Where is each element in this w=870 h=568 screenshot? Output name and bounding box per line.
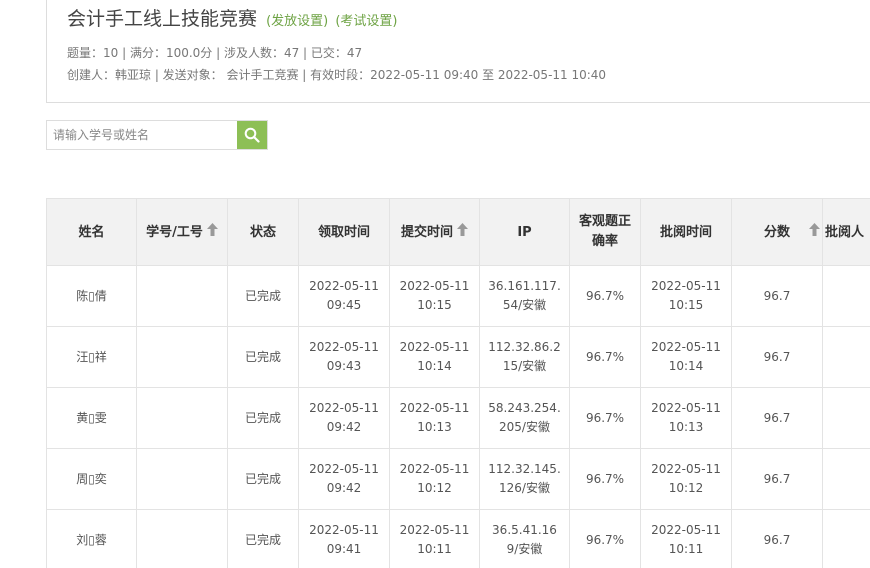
page: 会计手工线上技能竞赛 (发放设置) (考试设置) 题量：10 | 满分：100.… <box>0 0 870 568</box>
cell-id <box>136 265 228 327</box>
sort-arrow-icon[interactable] <box>809 222 820 242</box>
cell-accuracy: 96.7% <box>569 265 641 327</box>
cell-review-time: 2022-05-11 10:15 <box>640 265 732 327</box>
exam-settings-link[interactable]: (考试设置) <box>335 14 397 29</box>
cell-ip: 58.243.254.205/安徽 <box>479 387 570 449</box>
cell-reviewer <box>822 387 870 449</box>
cell-score: 96.7 <box>731 509 823 568</box>
cell-status: 已完成 <box>227 326 299 388</box>
column-header-accuracy: 客观题正确率 <box>569 198 641 266</box>
sort-arrow-icon[interactable] <box>457 222 468 242</box>
cell-name: 刘▯蓉 <box>46 509 137 568</box>
cell-accuracy: 96.7% <box>569 326 641 388</box>
cell-name: 黄▯雯 <box>46 387 137 449</box>
cell-reviewer <box>822 326 870 388</box>
cell-ip: 36.161.117.54/安徽 <box>479 265 570 327</box>
cell-accuracy: 96.7% <box>569 509 641 568</box>
cell-review-time: 2022-05-11 10:14 <box>640 326 732 388</box>
cell-submit-time: 2022-05-11 10:12 <box>389 448 480 510</box>
cell-id <box>136 448 228 510</box>
table-body: 陈▯倩 已完成 2022-05-11 09:45 2022-05-11 10:1… <box>46 265 870 568</box>
cell-accuracy: 96.7% <box>569 387 641 449</box>
search-icon <box>244 127 260 143</box>
cell-receive-time: 2022-05-11 09:42 <box>298 387 390 449</box>
cell-score: 96.7 <box>731 448 823 510</box>
column-header-ip: IP <box>479 198 570 266</box>
cell-receive-time: 2022-05-11 09:43 <box>298 326 390 388</box>
cell-submit-time: 2022-05-11 10:11 <box>389 509 480 568</box>
cell-submit-time: 2022-05-11 10:13 <box>389 387 480 449</box>
cell-score: 96.7 <box>731 265 823 327</box>
sort-arrow-icon[interactable] <box>206 222 218 242</box>
table-row: 汪▯祥 已完成 2022-05-11 09:43 2022-05-11 10:1… <box>46 326 870 388</box>
exam-stats: 题量：10 | 满分：100.0分 | 涉及人数：47 | 已交：47 <box>67 46 363 60</box>
table-row: 陈▯倩 已完成 2022-05-11 09:45 2022-05-11 10:1… <box>46 265 870 327</box>
cell-review-time: 2022-05-11 10:12 <box>640 448 732 510</box>
cell-reviewer <box>822 509 870 568</box>
cell-review-time: 2022-05-11 10:11 <box>640 509 732 568</box>
column-header-id[interactable]: 学号/工号 <box>136 198 228 266</box>
column-header-reviewer: 批阅人 <box>822 198 870 266</box>
cell-ip: 36.5.41.169/安徽 <box>479 509 570 568</box>
cell-status: 已完成 <box>227 387 299 449</box>
results-table: 姓名 学号/工号 状态 领取时间 提交时间 IP 客观题正确率 批阅时间 分数 … <box>46 198 870 568</box>
cell-id <box>136 509 228 568</box>
cell-receive-time: 2022-05-11 09:41 <box>298 509 390 568</box>
cell-status: 已完成 <box>227 265 299 327</box>
cell-receive-time: 2022-05-11 09:42 <box>298 448 390 510</box>
cell-submit-time: 2022-05-11 10:14 <box>389 326 480 388</box>
cell-ip: 112.32.86.215/安徽 <box>479 326 570 388</box>
table-row: 黄▯雯 已完成 2022-05-11 09:42 2022-05-11 10:1… <box>46 387 870 449</box>
title-row: 会计手工线上技能竞赛 (发放设置) (考试设置) <box>67 4 398 31</box>
cell-name: 汪▯祥 <box>46 326 137 388</box>
column-header-receive-time: 领取时间 <box>298 198 390 266</box>
cell-submit-time: 2022-05-11 10:15 <box>389 265 480 327</box>
cell-reviewer <box>822 448 870 510</box>
column-header-review-time: 批阅时间 <box>640 198 732 266</box>
cell-reviewer <box>822 265 870 327</box>
column-header-score[interactable]: 分数 <box>731 198 823 266</box>
table-row: 刘▯蓉 已完成 2022-05-11 09:41 2022-05-11 10:1… <box>46 509 870 568</box>
column-header-name: 姓名 <box>46 198 137 266</box>
search-input[interactable] <box>47 121 237 149</box>
table-row: 周▯奕 已完成 2022-05-11 09:42 2022-05-11 10:1… <box>46 448 870 510</box>
cell-accuracy: 96.7% <box>569 448 641 510</box>
search-button[interactable] <box>237 121 267 149</box>
exam-creator-info: 创建人：韩亚琼 | 发送对象： 会计手工竞赛 | 有效时段：2022-05-11… <box>67 68 607 82</box>
cell-status: 已完成 <box>227 509 299 568</box>
search-box <box>46 120 268 150</box>
cell-id <box>136 326 228 388</box>
column-header-status: 状态 <box>227 198 299 266</box>
exam-title: 会计手工线上技能竞赛 <box>67 8 258 30</box>
release-settings-link[interactable]: (发放设置) <box>266 14 328 29</box>
cell-review-time: 2022-05-11 10:13 <box>640 387 732 449</box>
cell-name: 陈▯倩 <box>46 265 137 327</box>
cell-score: 96.7 <box>731 387 823 449</box>
cell-id <box>136 387 228 449</box>
exam-info-card: 会计手工线上技能竞赛 (发放设置) (考试设置) 题量：10 | 满分：100.… <box>46 0 870 103</box>
results-table-wrap: 姓名 学号/工号 状态 领取时间 提交时间 IP 客观题正确率 批阅时间 分数 … <box>46 198 870 568</box>
cell-receive-time: 2022-05-11 09:45 <box>298 265 390 327</box>
cell-name: 周▯奕 <box>46 448 137 510</box>
cell-status: 已完成 <box>227 448 299 510</box>
cell-score: 96.7 <box>731 326 823 388</box>
column-header-submit-time[interactable]: 提交时间 <box>389 198 480 266</box>
cell-ip: 112.32.145.126/安徽 <box>479 448 570 510</box>
table-header-row: 姓名 学号/工号 状态 领取时间 提交时间 IP 客观题正确率 批阅时间 分数 … <box>46 198 870 266</box>
